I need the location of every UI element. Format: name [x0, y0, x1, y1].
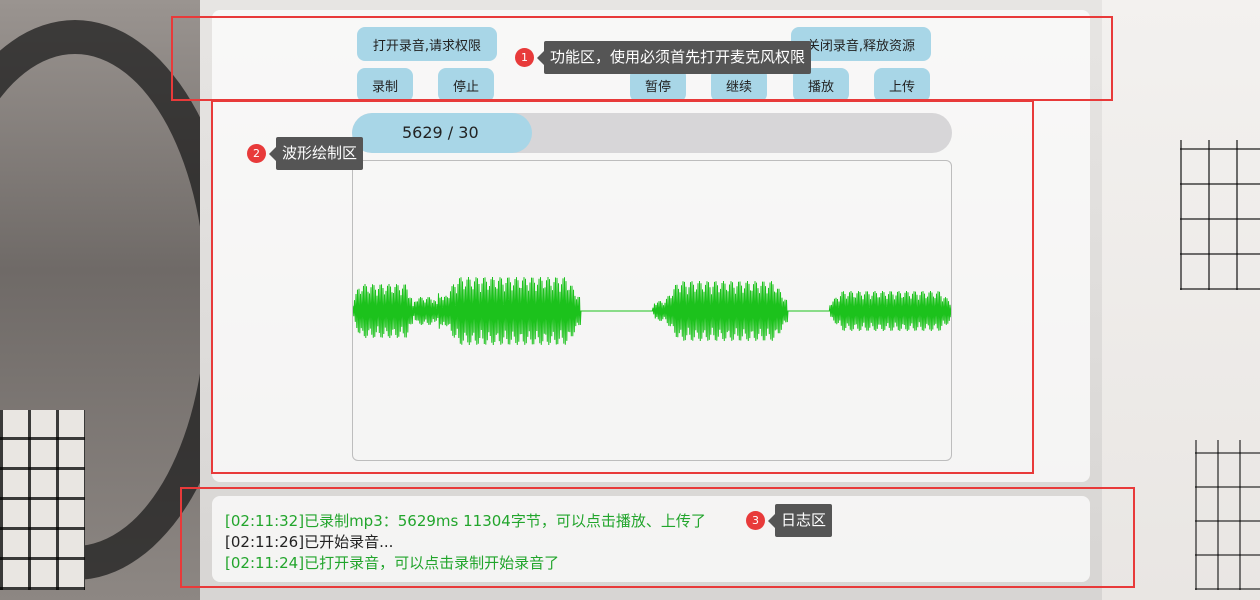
annotation-tooltip-waveform-area: 波形绘制区 — [268, 137, 364, 170]
guitar-chord-chart-right — [1180, 140, 1260, 290]
annotation-badge-2: 2 — [247, 144, 266, 163]
annotation-badge-3: 3 — [746, 511, 765, 530]
guitar-chord-chart-left — [0, 410, 85, 590]
annotation-badge-1: 1 — [515, 48, 534, 67]
log-area-highlight — [180, 487, 1135, 588]
guitar-chord-chart-right-lower — [1195, 440, 1260, 590]
annotation-tooltip-function-area: 功能区，使用必须首先打开麦克风权限 — [536, 41, 812, 74]
annotation-tooltip-log-area: 日志区 — [767, 504, 833, 537]
